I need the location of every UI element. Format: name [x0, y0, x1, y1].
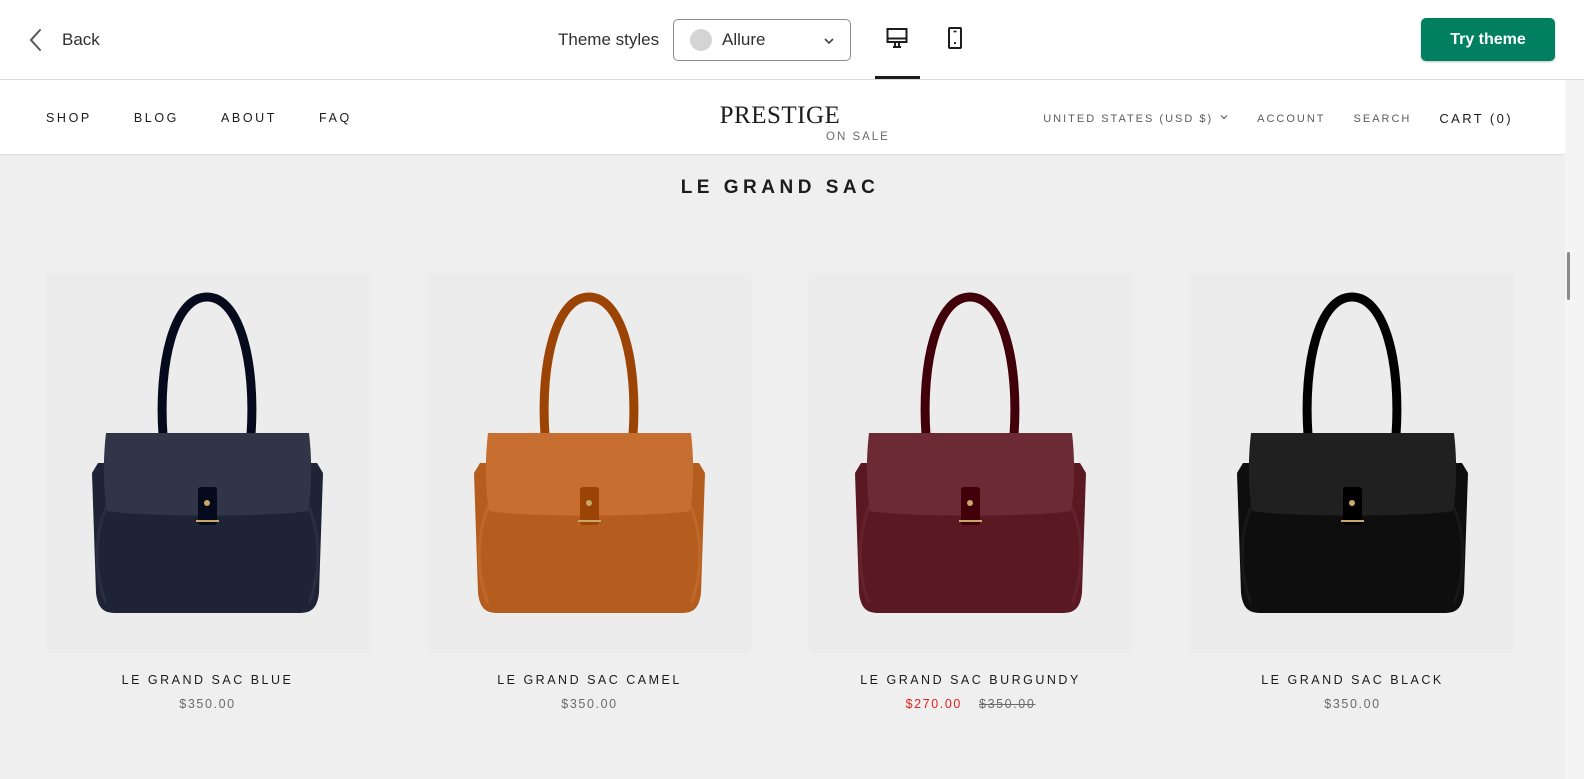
scrollbar-thumb[interactable] — [1567, 252, 1570, 300]
back-button[interactable]: Back — [28, 24, 100, 56]
product-price: $350.00 — [1324, 697, 1381, 711]
active-device-indicator — [875, 76, 920, 79]
product-title[interactable]: LE GRAND SAC CAMEL — [428, 673, 751, 687]
try-theme-button[interactable]: Try theme — [1421, 18, 1555, 61]
desktop-icon — [885, 26, 909, 55]
chevron-left-icon — [28, 26, 48, 54]
theme-style-value: Allure — [722, 30, 766, 49]
mobile-icon — [945, 26, 965, 55]
product-image[interactable] — [428, 273, 751, 653]
handbag-illustration — [1237, 292, 1468, 613]
editor-toolbar: Back Theme styles Allure Try theme — [0, 0, 1584, 80]
product-title[interactable]: LE GRAND SAC BLACK — [1191, 673, 1514, 687]
product-image[interactable] — [46, 273, 369, 653]
currency-selector[interactable]: UNITED STATES (USD $) — [1043, 112, 1229, 125]
product-card[interactable]: LE GRAND SAC BURGUNDY $270.00 $350.00 — [809, 273, 1132, 711]
theme-styles-label: Theme styles — [558, 30, 660, 49]
store-header: SHOP BLOG ABOUT FAQ PRESTIGE UNITED STAT… — [0, 80, 1565, 155]
collection-title: LE GRAND SAC — [680, 177, 880, 198]
product-title[interactable]: LE GRAND SAC BLUE — [46, 673, 369, 687]
product-price: $350.00 — [179, 697, 236, 711]
back-label: Back — [62, 30, 100, 49]
compare-at-price: $350.00 — [979, 697, 1036, 711]
product-card[interactable]: LE GRAND SAC BLUE $350.00 — [46, 273, 369, 711]
sale-price: $270.00 — [905, 697, 962, 711]
handbag-illustration — [92, 292, 323, 613]
product-price-group: $270.00 $350.00 — [809, 697, 1132, 711]
product-card[interactable]: LE GRAND SAC CAMEL $350.00 — [428, 273, 751, 711]
currency-label: UNITED STATES (USD $) — [1043, 112, 1214, 125]
account-link[interactable]: ACCOUNT — [1257, 113, 1325, 125]
handbag-illustration — [474, 292, 705, 613]
product-card[interactable]: LE GRAND SAC BLACK $350.00 — [1191, 273, 1514, 711]
product-title[interactable]: LE GRAND SAC BURGUNDY — [809, 673, 1132, 687]
theme-style-select[interactable]: Allure — [673, 19, 851, 61]
chevron-down-icon — [822, 34, 836, 48]
on-sale-badge: ON SALE — [826, 131, 890, 143]
desktop-preview-button[interactable] — [875, 22, 919, 58]
cart-link[interactable]: CART (0) — [1439, 111, 1513, 126]
mobile-preview-button[interactable] — [933, 22, 977, 58]
product-image[interactable] — [809, 273, 1132, 653]
style-swatch-icon — [690, 29, 712, 51]
header-actions: UNITED STATES (USD $) ACCOUNT SEARCH CAR… — [1043, 111, 1513, 126]
product-image[interactable] — [1191, 273, 1514, 653]
handbag-illustration — [855, 292, 1086, 613]
collection-section: LE GRAND SAC LE GRAND SAC BLUE $350.00 L… — [0, 155, 1565, 779]
chevron-down-icon — [1219, 112, 1229, 125]
page-scrollbar[interactable] — [1565, 80, 1584, 779]
product-price: $350.00 — [561, 697, 618, 711]
search-link[interactable]: SEARCH — [1354, 113, 1412, 125]
